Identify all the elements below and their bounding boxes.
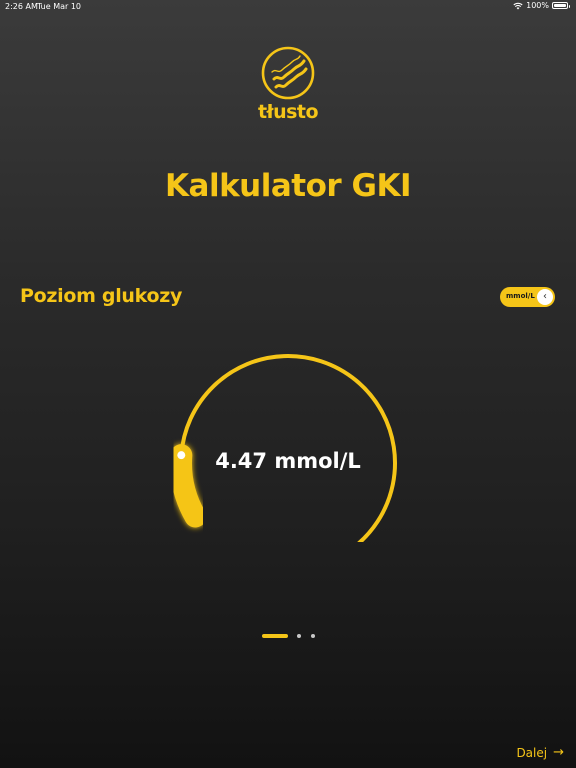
- gauge-graphic[interactable]: [170, 352, 406, 542]
- status-time: 2:26 AM: [5, 2, 38, 11]
- status-bar: 2:26 AM Tue Mar 10 100%: [0, 0, 576, 14]
- unit-toggle-knob[interactable]: ‹: [537, 289, 553, 305]
- battery-icon: [552, 2, 570, 9]
- battery-percent: 100%: [526, 1, 549, 10]
- unit-toggle[interactable]: mmol/L ‹: [500, 287, 555, 307]
- page-dot: [311, 634, 315, 638]
- status-date: Tue Mar 10: [37, 2, 82, 11]
- glucose-section-title: Poziom glukozy: [20, 285, 183, 307]
- unit-toggle-label: mmol/L: [506, 292, 535, 300]
- next-button[interactable]: Dalej →: [516, 745, 564, 760]
- bacon-logo-icon: [252, 45, 324, 101]
- app-logo: tłusto: [252, 45, 324, 123]
- page-title: Kalkulator GKI: [165, 168, 412, 204]
- page-dot-active: [262, 634, 288, 638]
- logo-wordmark: tłusto: [257, 101, 319, 123]
- status-indicators: 100%: [513, 1, 570, 10]
- arrow-right-icon: →: [553, 745, 564, 760]
- next-button-label: Dalej: [516, 745, 548, 760]
- chevron-left-icon: ‹: [543, 291, 547, 302]
- glucose-gauge[interactable]: 4.47 mmol/L: [170, 352, 406, 542]
- glucose-value: 4.47 mmol/L: [215, 449, 361, 473]
- page-dot: [297, 634, 301, 638]
- wifi-icon: [513, 2, 523, 10]
